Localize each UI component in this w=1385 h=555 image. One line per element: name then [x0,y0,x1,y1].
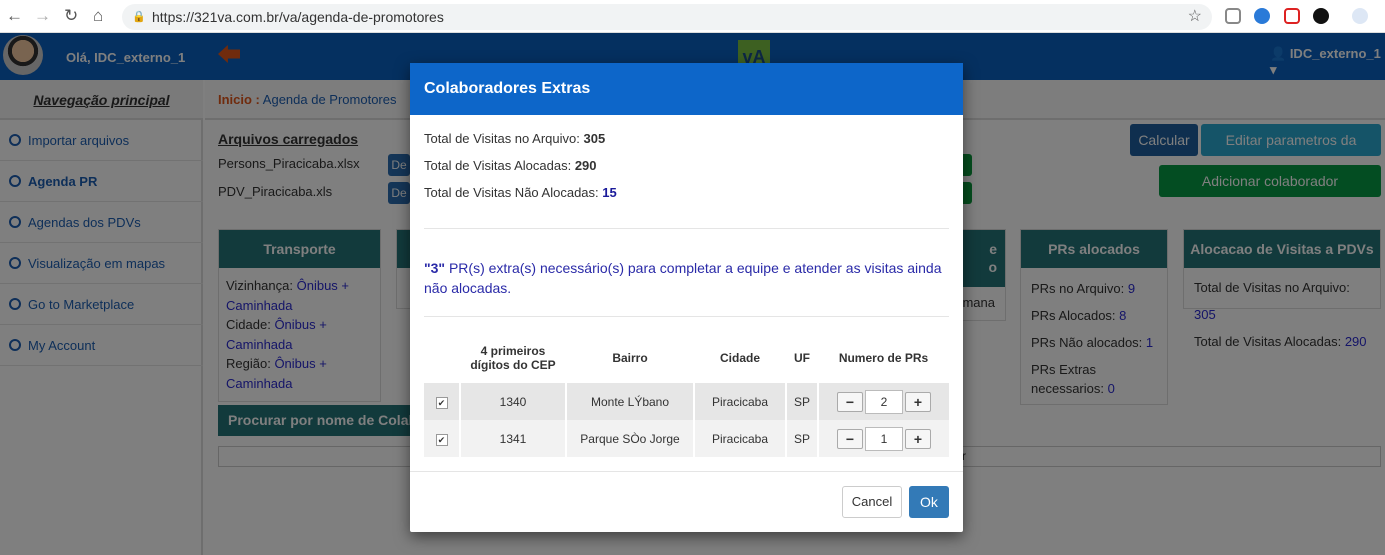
col-numero-prs: Numero de PRs [838,351,929,365]
divider [424,228,949,229]
profile-icon[interactable] [1352,8,1368,24]
extension-globe-icon[interactable] [1254,8,1270,24]
col-cidade: Cidade [719,351,760,365]
col-bairro: Bairro [612,351,648,365]
stat-visitas-arquivo: Total de Visitas no Arquivo: 305 [424,131,606,146]
url-text: https://321va.com.br/va/agenda-de-promot… [152,9,444,25]
extra-prs-message: "3" PR(s) extra(s) necessário(s) para co… [424,260,942,296]
stat-visitas-alocadas: Total de Visitas Alocadas: 290 [424,158,597,173]
col-cep: 4 primeiros dígitos do CEP [470,344,556,372]
cast-icon[interactable] [1225,8,1241,24]
row-checkbox[interactable]: ✔ [435,433,448,446]
star-icon[interactable]: ☆ [1188,4,1202,30]
browser-toolbar: ← → ↻ ⌂ 🔒 https://321va.com.br/va/agenda… [0,0,1385,33]
table-row: ✔ 1341 Parque SÒo Jorge Piracicaba SP −1… [424,420,949,457]
extension-shield-icon[interactable] [1284,8,1300,24]
lock-icon: 🔒 [132,11,146,23]
divider [410,471,963,472]
colaboradores-extras-modal: Colaboradores Extras Total de Visitas no… [410,63,963,532]
cancel-button[interactable]: Cancel [842,486,902,518]
minus-button[interactable]: − [837,428,863,449]
row-checkbox[interactable]: ✔ [435,396,448,409]
table-header: 4 primeiros dígitos do CEP Bairro Cidade… [424,333,949,383]
forward-icon[interactable]: → [34,6,51,26]
extension-chat-icon[interactable] [1313,8,1329,24]
table-row: ✔ 1340 Monte LÝbano Piracicaba SP −2 + [424,383,949,420]
prs-input[interactable]: 2 [865,389,903,414]
ok-button[interactable]: Ok [909,486,949,518]
modal-title: Colaboradores Extras [410,63,963,115]
stat-visitas-nao-alocadas: Total de Visitas Não Alocadas: 15 [424,185,617,200]
reload-icon[interactable]: ↻ [64,6,78,26]
extras-table: 4 primeiros dígitos do CEP Bairro Cidade… [424,333,949,457]
prs-input[interactable]: 1 [865,426,903,451]
prs-stepper: −1 + [817,420,949,457]
col-uf: UF [794,351,810,365]
plus-button[interactable]: + [905,428,931,449]
divider [424,316,949,317]
home-icon[interactable]: ⌂ [93,6,103,26]
address-bar[interactable]: 🔒 https://321va.com.br/va/agenda-de-prom… [122,4,1212,30]
plus-button[interactable]: + [905,391,931,412]
minus-button[interactable]: − [837,391,863,412]
prs-stepper: −2 + [817,383,949,420]
back-icon[interactable]: ← [6,6,23,26]
